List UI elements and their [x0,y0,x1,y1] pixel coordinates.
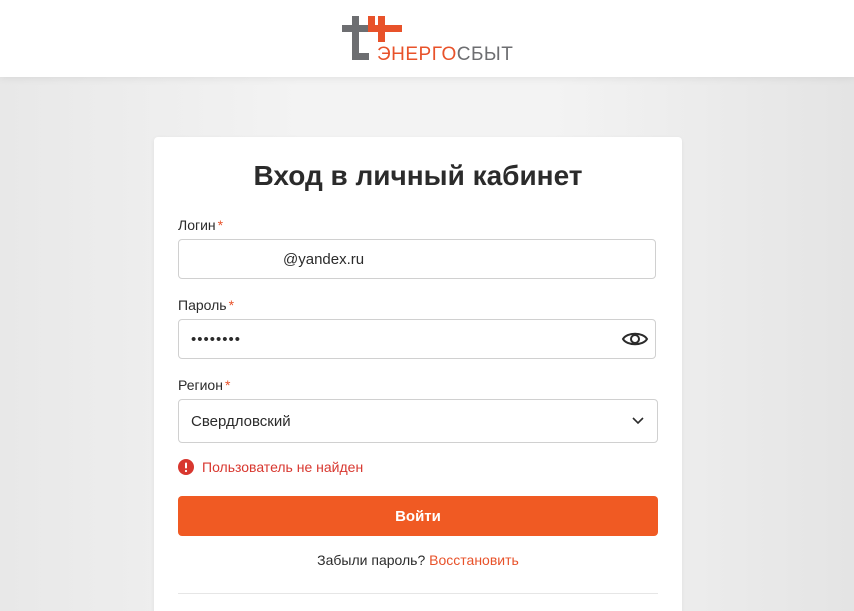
region-select[interactable]: Свердловский [178,399,658,443]
password-label: Пароль * [178,297,234,313]
divider [178,593,658,594]
required-mark: * [217,217,224,233]
site-header: ЭНЕРГОСБЫТ [0,0,854,77]
error-text: Пользователь не найден [202,459,364,475]
page-title: Вход в личный кабинет [253,160,583,191]
login-card: Вход в личный кабинет Логин* Пароль* Рег… [154,137,682,611]
password-input[interactable] [178,319,656,359]
show-password-button[interactable] [621,329,649,349]
password-label-text: Пароль [178,297,227,313]
eye-icon [621,332,649,346]
restore-password-link[interactable]: Восстановить [429,552,519,568]
required-mark: * [228,297,235,313]
chevron-down-icon [632,417,644,425]
region-label-text: Регион [178,377,223,393]
logo-text-secondary: СБЫТ [456,44,514,65]
login-label-text: Логин [178,217,216,233]
forgot-password: Забыли пароль? Восстановить [154,552,682,568]
login-input[interactable] [178,239,656,279]
region-selected-value: Свердловский [191,413,291,430]
required-mark: * [224,377,231,393]
login-button[interactable]: Войти [178,496,658,536]
forgot-password-prompt: Забыли пароль? [317,552,426,568]
login-label: Логин * [178,217,223,233]
logo-text-primary: ЭНЕРГО [377,44,457,65]
region-label: Регион * [178,377,230,393]
brand-logo[interactable]: ЭНЕРГОСБЫТ [342,13,513,65]
error-message: Пользователь не найден [178,458,363,476]
alert-circle-icon [178,459,194,475]
logo-text: ЭНЕРГОСБЫТ [377,45,513,65]
